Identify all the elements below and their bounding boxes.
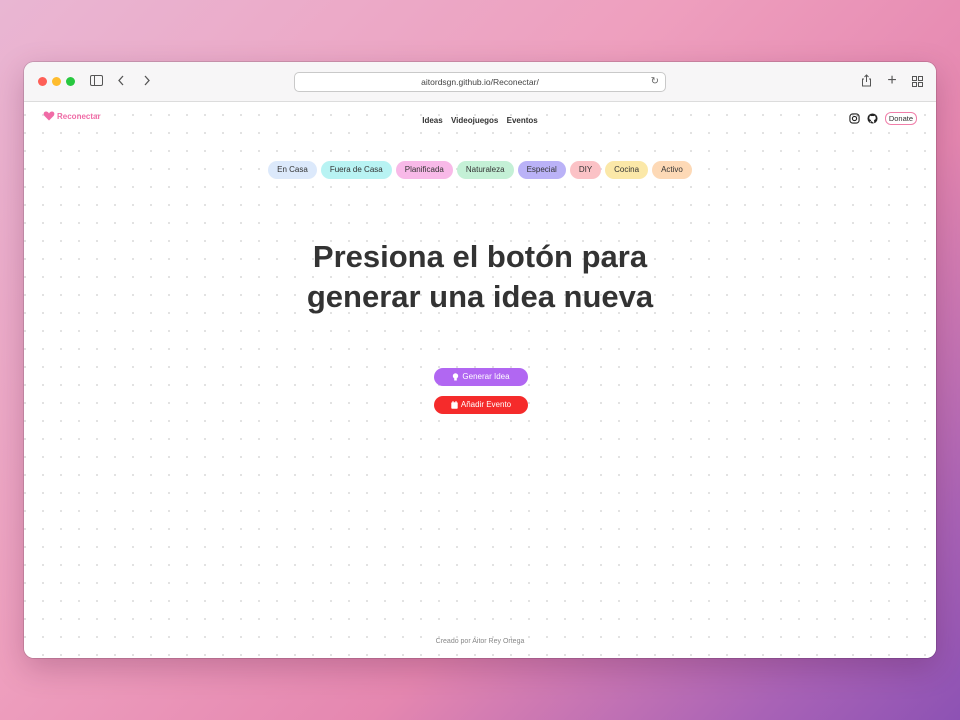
category-chip-cocina[interactable]: Cocina <box>605 161 649 179</box>
instagram-icon[interactable] <box>849 113 860 124</box>
close-window-button[interactable] <box>38 77 47 86</box>
headline-line-1: Presiona el botón para <box>312 239 648 274</box>
category-filters: En Casa Fuera de Casa Planificada Naturalez… <box>24 161 936 179</box>
category-chip-naturaleza[interactable]: Naturaleza <box>456 161 514 179</box>
donate-button[interactable]: Donate <box>884 112 917 125</box>
lightbulb-icon <box>453 373 459 381</box>
zoom-window-button[interactable] <box>66 77 75 86</box>
category-chip-fuera-de-casa[interactable]: Fuera de Casa <box>320 161 392 179</box>
sidebar-toggle-icon[interactable] <box>89 72 103 90</box>
browser-toolbar: aitordsgn.github.io/Reconectar/ ↻ + <box>24 62 936 102</box>
share-icon[interactable] <box>859 72 873 90</box>
new-tab-icon[interactable]: + <box>885 72 899 90</box>
category-chip-planificada[interactable]: Planificada <box>395 161 453 179</box>
calendar-icon <box>451 401 458 409</box>
category-chip-activo[interactable]: Activo <box>652 161 692 179</box>
nav-item-eventos[interactable]: Eventos <box>507 116 538 125</box>
generate-idea-button[interactable]: Generar Idea <box>434 368 528 386</box>
headline-line-2: generar una idea nueva <box>306 279 654 314</box>
category-chip-especial[interactable]: Especial <box>517 161 566 179</box>
reload-icon[interactable]: ↻ <box>651 73 659 91</box>
add-event-label: Añadir Evento <box>460 400 512 409</box>
tab-overview-icon[interactable] <box>910 72 924 90</box>
main-nav: Ideas Videojuegos Eventos <box>24 116 936 125</box>
generate-idea-label: Generar Idea <box>462 372 510 381</box>
address-bar[interactable]: aitordsgn.github.io/Reconectar/ ↻ <box>294 72 666 92</box>
github-icon[interactable] <box>867 113 878 124</box>
back-arrow-icon[interactable] <box>115 72 127 90</box>
forward-arrow-icon[interactable] <box>141 72 153 90</box>
footer-credit: Creado por Aitor Rey Ortega <box>435 638 525 645</box>
category-chip-en-casa[interactable]: En Casa <box>268 161 317 179</box>
category-chip-diy[interactable]: DIY <box>569 161 602 179</box>
nav-item-ideas[interactable]: Ideas <box>422 116 442 125</box>
browser-window: aitordsgn.github.io/Reconectar/ ↻ + Reco… <box>24 62 936 658</box>
minimize-window-button[interactable] <box>52 77 61 86</box>
web-page: Reconectar Ideas Videojuegos Eventos Don… <box>24 102 936 658</box>
social-links: Donate <box>849 112 917 125</box>
address-bar-url: aitordsgn.github.io/Reconectar/ <box>421 77 539 87</box>
page-headline: Presiona el botón para generar una idea … <box>24 237 936 317</box>
add-event-button[interactable]: Añadir Evento <box>434 396 528 414</box>
nav-item-videojuegos[interactable]: Videojuegos <box>451 116 498 125</box>
